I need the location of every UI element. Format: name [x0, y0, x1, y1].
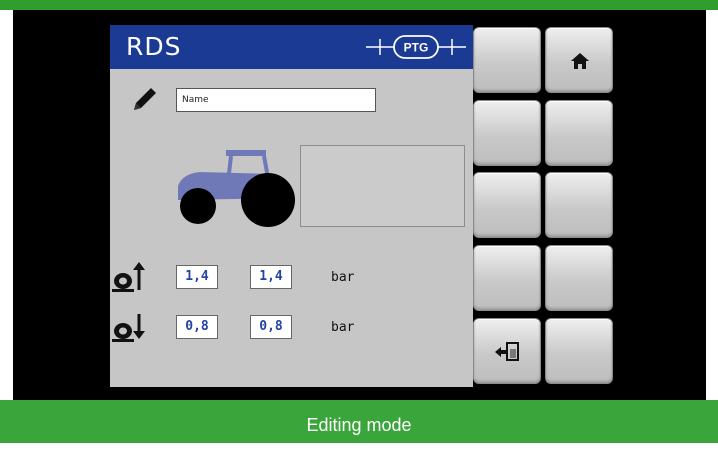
tractor-icon	[178, 150, 295, 227]
softkey-5[interactable]	[473, 172, 541, 238]
exit-edit-button[interactable]	[473, 318, 541, 384]
softkey-8[interactable]	[545, 245, 613, 311]
softkey-10[interactable]	[545, 318, 613, 384]
screen-header: RDS PTG	[110, 25, 473, 69]
ptg-logo: PTG	[366, 35, 466, 59]
softkey-4[interactable]	[545, 100, 613, 166]
home-icon	[571, 53, 589, 69]
exit-edit-icon	[495, 342, 519, 361]
inflate-unit: bar	[331, 270, 355, 285]
caption-bar: Editing mode	[0, 400, 718, 443]
softkey-6[interactable]	[545, 172, 613, 238]
logo-text: PTG	[404, 41, 429, 55]
deflate-unit: bar	[331, 320, 355, 335]
tyre-pressure-up-icon	[112, 262, 145, 292]
image-placeholder[interactable]	[300, 145, 465, 227]
name-field[interactable]: Name	[176, 88, 376, 112]
softkey-1[interactable]	[473, 27, 541, 93]
pencil-icon	[134, 88, 156, 110]
tyre-pressure-down-icon	[112, 314, 145, 342]
deflate-value-2[interactable]: 0,8	[250, 315, 292, 339]
screen-title: RDS	[126, 32, 182, 61]
inflate-value-1[interactable]: 1,4	[176, 265, 218, 289]
home-button[interactable]	[545, 27, 613, 93]
deflate-value-1[interactable]: 0,8	[176, 315, 218, 339]
softkey-3[interactable]	[473, 100, 541, 166]
inflate-value-2[interactable]: 1,4	[250, 265, 292, 289]
softkey-7[interactable]	[473, 245, 541, 311]
top-stripe	[0, 0, 718, 10]
